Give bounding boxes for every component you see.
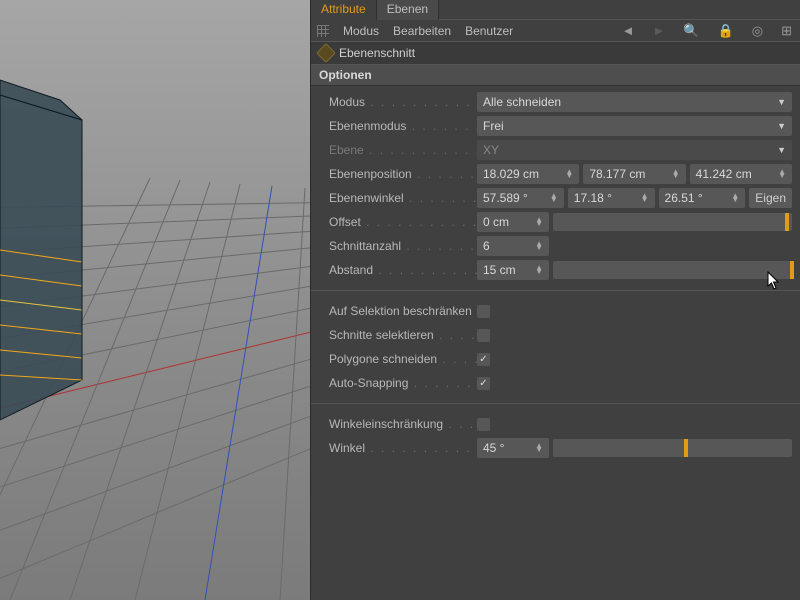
label-schnittanzahl: Schnittanzahl <box>329 239 477 253</box>
spinner-icon[interactable]: ▲▼ <box>778 170 786 178</box>
spinner-icon[interactable]: ▲▼ <box>550 194 558 202</box>
dropdown-ebene-value: XY <box>483 143 499 157</box>
input-ang-z[interactable]: 26.51 °▲▼ <box>659 188 746 208</box>
input-abstand[interactable]: 15 cm▲▼ <box>477 260 549 280</box>
viewport-3d[interactable] <box>0 0 310 600</box>
nav-back-icon[interactable]: ◄ <box>620 23 637 38</box>
slider-offset[interactable] <box>553 213 792 231</box>
chevron-down-icon: ▼ <box>777 145 786 155</box>
checkbox-schnittesel[interactable] <box>477 329 490 342</box>
dropdown-modus-value: Alle schneiden <box>483 95 561 109</box>
knife-icon <box>316 43 336 63</box>
checkbox-winkeleinschr[interactable] <box>477 418 490 431</box>
panel-tabs: Attribute Ebenen <box>311 0 800 20</box>
chevron-down-icon: ▼ <box>777 121 786 131</box>
chevron-down-icon: ▼ <box>777 97 786 107</box>
tool-name: Ebenenschnitt <box>339 46 415 60</box>
label-ebenenwinkel: Ebenenwinkel <box>329 191 477 205</box>
menu-bearbeiten[interactable]: Bearbeiten <box>393 24 451 38</box>
label-abstand: Abstand <box>329 263 477 277</box>
attribute-panel: Attribute Ebenen Modus Bearbeiten Benutz… <box>310 0 800 600</box>
menu-benutzer[interactable]: Benutzer <box>465 24 513 38</box>
slider-winkel[interactable] <box>553 439 792 457</box>
label-ebenenposition: Ebenenposition <box>329 167 477 181</box>
checkbox-polygone[interactable]: ✓ <box>477 353 490 366</box>
input-winkel[interactable]: 45 °▲▼ <box>477 438 549 458</box>
dropdown-ebene: XY ▼ <box>477 140 792 160</box>
spinner-icon[interactable]: ▲▼ <box>672 170 680 178</box>
menu-modus[interactable]: Modus <box>343 24 379 38</box>
label-modus: Modus <box>329 95 477 109</box>
label-winkel: Winkel <box>329 441 477 455</box>
group-optionen[interactable]: Optionen <box>311 64 800 86</box>
spinner-icon[interactable]: ▲▼ <box>535 266 543 274</box>
tab-attribute[interactable]: Attribute <box>311 0 377 20</box>
label-schnittesel: Schnitte selektieren <box>329 328 477 342</box>
search-icon[interactable]: 🔍 <box>681 23 701 39</box>
checkbox-autosnap[interactable]: ✓ <box>477 377 490 390</box>
nav-fwd-icon: ► <box>651 23 668 38</box>
input-pos-x[interactable]: 18.029 cm▲▼ <box>477 164 579 184</box>
button-eigene[interactable]: Eigen <box>749 188 792 208</box>
attribute-menubar: Modus Bearbeiten Benutzer ◄ ► 🔍 🔒 ◎ ⊞ <box>311 20 800 42</box>
tab-ebenen[interactable]: Ebenen <box>377 0 439 20</box>
input-pos-y[interactable]: 78.177 cm▲▼ <box>583 164 685 184</box>
input-ang-x[interactable]: 57.589 °▲▼ <box>477 188 564 208</box>
label-polygone: Polygone schneiden <box>329 352 477 366</box>
label-ebenenmodus: Ebenenmodus <box>329 119 477 133</box>
slider-abstand[interactable] <box>553 261 792 279</box>
cube-object[interactable] <box>0 0 310 600</box>
input-ang-y[interactable]: 17.18 °▲▼ <box>568 188 655 208</box>
spinner-icon[interactable]: ▲▼ <box>565 170 573 178</box>
input-pos-z[interactable]: 41.242 cm▲▼ <box>690 164 792 184</box>
separator <box>311 290 800 291</box>
option-rows: Modus Alle schneiden ▼ Ebenenmodus Frei … <box>311 86 800 468</box>
new-tab-icon[interactable]: ⊞ <box>779 23 794 39</box>
view-grid-icon[interactable] <box>317 25 329 37</box>
target-icon[interactable]: ◎ <box>750 23 765 39</box>
spinner-icon[interactable]: ▲▼ <box>535 218 543 226</box>
spinner-icon[interactable]: ▲▼ <box>535 444 543 452</box>
label-autosnap: Auto-Snapping <box>329 376 477 390</box>
label-aufselektion: Auf Selektion beschränken <box>329 304 477 318</box>
input-offset[interactable]: 0 cm▲▼ <box>477 212 549 232</box>
label-offset: Offset <box>329 215 477 229</box>
spinner-icon[interactable]: ▲▼ <box>641 194 649 202</box>
input-schnittanzahl[interactable]: 6▲▼ <box>477 236 549 256</box>
label-ebene: Ebene <box>329 143 477 157</box>
dropdown-ebenenmodus[interactable]: Frei ▼ <box>477 116 792 136</box>
spinner-icon[interactable]: ▲▼ <box>731 194 739 202</box>
lock-icon[interactable]: 🔒 <box>716 23 736 39</box>
checkbox-aufselektion[interactable] <box>477 305 490 318</box>
separator <box>311 403 800 404</box>
dropdown-modus[interactable]: Alle schneiden ▼ <box>477 92 792 112</box>
spinner-icon[interactable]: ▲▼ <box>535 242 543 250</box>
tool-header: Ebenenschnitt <box>311 42 800 64</box>
dropdown-ebenenmodus-value: Frei <box>483 119 504 133</box>
label-winkeleinschr: Winkeleinschränkung <box>329 417 477 431</box>
